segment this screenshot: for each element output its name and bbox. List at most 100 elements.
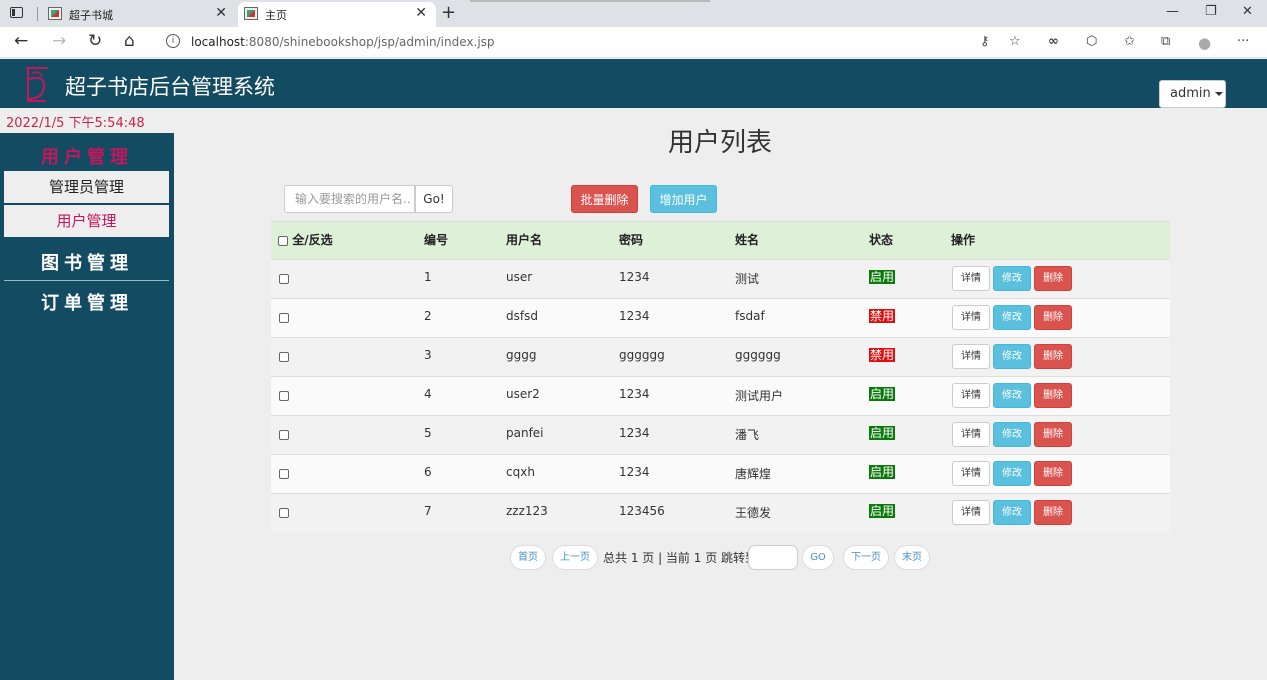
detail-button[interactable]: 详情: [952, 422, 990, 447]
delete-button[interactable]: 删除: [1034, 383, 1072, 408]
browser-tab-bookstore[interactable]: 超子书城 ✕: [42, 2, 236, 27]
select-all-toggle[interactable]: 全/反选: [278, 231, 333, 248]
cell-id: 3: [424, 348, 432, 362]
edit-button[interactable]: 修改: [993, 461, 1031, 486]
favorites-bar-icon[interactable]: ✩: [1124, 34, 1135, 49]
table-row: 6 cqxh 1234 唐辉煌 启用 详情 修改 删除: [271, 454, 1170, 493]
status-badge: 启用: [869, 387, 896, 401]
cell-password: 1234: [619, 465, 650, 479]
cell-password: 1234: [619, 387, 650, 401]
batch-delete-button[interactable]: 批量删除: [571, 185, 638, 213]
delete-button[interactable]: 删除: [1034, 461, 1072, 486]
cell-password: 1234: [619, 270, 650, 284]
cell-name: fsdaf: [735, 309, 765, 323]
edit-button[interactable]: 修改: [993, 383, 1031, 408]
cell-id: 6: [424, 465, 432, 479]
row-checkbox[interactable]: [279, 508, 289, 518]
delete-button[interactable]: 删除: [1034, 344, 1072, 369]
forward-icon[interactable]: →: [52, 31, 66, 51]
favorite-icon[interactable]: ☆: [1009, 34, 1021, 49]
browser-tab-home[interactable]: 主页 ✕: [238, 2, 436, 27]
row-checkbox[interactable]: [279, 352, 289, 362]
new-tab-icon[interactable]: +: [441, 2, 456, 23]
delete-button[interactable]: 删除: [1034, 305, 1072, 330]
edit-button[interactable]: 修改: [993, 500, 1031, 525]
table-row: 4 user2 1234 测试用户 启用 详情 修改 删除: [271, 376, 1170, 415]
site-info-icon[interactable]: i: [166, 34, 180, 48]
sidebar-item-admin-management[interactable]: 管理员管理: [4, 171, 169, 203]
delete-button[interactable]: 删除: [1034, 500, 1072, 525]
more-menu-icon[interactable]: ···: [1237, 34, 1249, 49]
page-favicon-icon: [48, 7, 62, 20]
detail-button[interactable]: 详情: [952, 305, 990, 330]
jump-page-input[interactable]: [748, 545, 798, 570]
select-all-checkbox[interactable]: [278, 235, 288, 246]
cell-username: zzz123: [506, 504, 548, 518]
url-field[interactable]: i localhost:8080/shinebookshop/jsp/admin…: [158, 30, 1034, 55]
cell-id: 5: [424, 426, 432, 440]
add-user-button[interactable]: 增加用户: [650, 185, 717, 213]
column-header-actions: 操作: [951, 233, 976, 247]
close-tab-icon[interactable]: ✕: [415, 5, 427, 21]
edit-button[interactable]: 修改: [993, 305, 1031, 330]
row-checkbox[interactable]: [279, 313, 289, 323]
pagination-info: 总共 1 页 | 当前 1 页 跳转到: [603, 551, 758, 565]
edit-button[interactable]: 修改: [993, 266, 1031, 291]
row-checkbox[interactable]: [279, 391, 289, 401]
infinity-icon[interactable]: ∞: [1048, 34, 1059, 49]
page-favicon-icon: [244, 7, 258, 20]
sidebar-section-order-management[interactable]: 订单管理: [0, 289, 174, 315]
sidebar-item-user-management[interactable]: 用户管理: [4, 205, 169, 237]
current-datetime: 2022/1/5 下午5:54:48: [6, 116, 145, 131]
detail-button[interactable]: 详情: [952, 266, 990, 291]
detail-button[interactable]: 详情: [952, 383, 990, 408]
close-tab-icon[interactable]: ✕: [215, 5, 227, 21]
browser-address-bar: ← → ↻ ⌂ i localhost:8080/shinebookshop/j…: [0, 27, 1267, 58]
minimize-icon[interactable]: —: [1166, 4, 1179, 19]
page-title: 用户列表: [667, 128, 772, 158]
jump-go-button[interactable]: GO: [802, 545, 834, 570]
detail-button[interactable]: 详情: [952, 344, 990, 369]
browser-tab-title: 超子书城: [69, 9, 113, 22]
prev-page-button[interactable]: 上一页: [552, 545, 598, 570]
status-badge: 禁用: [869, 348, 896, 362]
cell-username: user2: [506, 387, 540, 401]
first-page-button[interactable]: 首页: [510, 545, 546, 570]
home-icon[interactable]: ⌂: [124, 31, 135, 51]
row-checkbox[interactable]: [279, 430, 289, 440]
close-window-icon[interactable]: ✕: [1242, 4, 1253, 19]
cell-id: 7: [424, 504, 432, 518]
row-checkbox[interactable]: [279, 274, 289, 284]
row-checkbox[interactable]: [279, 469, 289, 479]
key-icon[interactable]: ⚷: [980, 34, 990, 49]
detail-button[interactable]: 详情: [952, 500, 990, 525]
detail-button[interactable]: 详情: [952, 461, 990, 486]
cell-password: gggggg: [619, 348, 665, 362]
tab-actions-icon[interactable]: [8, 5, 26, 21]
cell-name: 唐辉煌: [735, 467, 772, 481]
last-page-button[interactable]: 末页: [894, 545, 930, 570]
table-row: 3 gggg gggggg gggggg 禁用 详情 修改 删除: [271, 337, 1170, 376]
search-input[interactable]: [284, 185, 415, 213]
delete-button[interactable]: 删除: [1034, 266, 1072, 291]
table-row: 1 user 1234 测试 启用 详情 修改 删除: [271, 259, 1170, 298]
browser-tab-bar: 超子书城 ✕ 主页 ✕ + — ❐ ✕: [0, 0, 1267, 27]
search-go-button[interactable]: Go!: [415, 185, 453, 213]
profile-avatar-icon[interactable]: ●: [1198, 34, 1211, 52]
status-badge: 启用: [869, 426, 896, 440]
extensions-icon[interactable]: ⬡: [1086, 34, 1097, 49]
collections-icon[interactable]: ⧉: [1161, 34, 1170, 49]
edit-button[interactable]: 修改: [993, 422, 1031, 447]
sidebar-section-book-management[interactable]: 图书管理: [0, 249, 174, 275]
next-page-button[interactable]: 下一页: [843, 545, 889, 570]
column-header-password: 密码: [619, 233, 644, 247]
sidebar-section-user-management[interactable]: 用户管理: [0, 143, 174, 169]
refresh-icon[interactable]: ↻: [88, 31, 102, 51]
back-icon[interactable]: ←: [14, 31, 28, 51]
delete-button[interactable]: 删除: [1034, 422, 1072, 447]
tab-drag-ghost: [470, 0, 710, 2]
admin-dropdown[interactable]: admin: [1159, 80, 1226, 108]
status-badge: 启用: [869, 465, 896, 479]
edit-button[interactable]: 修改: [993, 344, 1031, 369]
restore-icon[interactable]: ❐: [1205, 4, 1217, 19]
